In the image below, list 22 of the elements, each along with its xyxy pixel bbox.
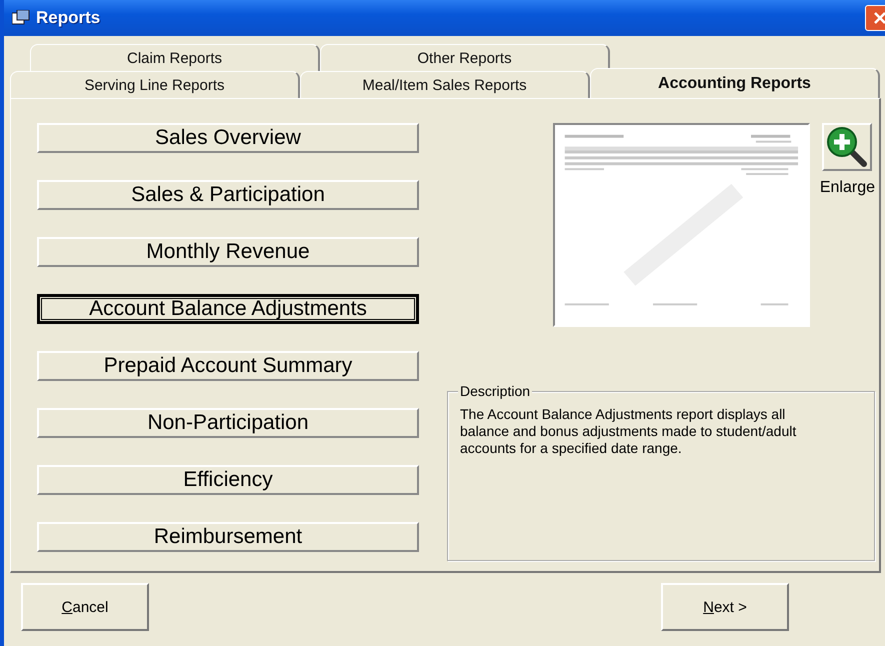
report-button[interactable]: Prepaid Account Summary	[37, 351, 419, 381]
description-text: The Account Balance Adjustments report displays all balance and bonus adjustments made to student/adult accounts for a specified date range.	[460, 406, 798, 457]
enlarge-button[interactable]	[822, 123, 872, 171]
tab[interactable]: Serving Line Reports	[10, 71, 300, 98]
tab[interactable]: Other Reports	[320, 44, 610, 71]
report-button[interactable]: Account Balance Adjustments	[37, 294, 419, 324]
report-button[interactable]: Sales Overview	[37, 123, 419, 153]
enlarge-label: Enlarge	[820, 179, 875, 197]
report-button[interactable]: Non-Participation	[37, 408, 419, 438]
window-icon	[12, 10, 30, 26]
report-button[interactable]: Monthly Revenue	[37, 237, 419, 267]
report-button[interactable]: Sales & Participation	[37, 180, 419, 210]
next-button[interactable]: Next >	[661, 583, 789, 631]
tab[interactable]: Meal/Item Sales Reports	[300, 71, 590, 98]
tab[interactable]: Accounting Reports	[590, 68, 880, 98]
window-title: Reports	[36, 8, 100, 28]
report-button[interactable]: Efficiency	[37, 465, 419, 495]
zoom-in-icon	[826, 126, 868, 168]
cancel-button[interactable]: Cancel	[21, 583, 149, 631]
tab[interactable]: Claim Reports	[30, 44, 320, 71]
report-button[interactable]: Reimbursement	[37, 522, 419, 552]
group-legend: Description	[458, 383, 532, 399]
